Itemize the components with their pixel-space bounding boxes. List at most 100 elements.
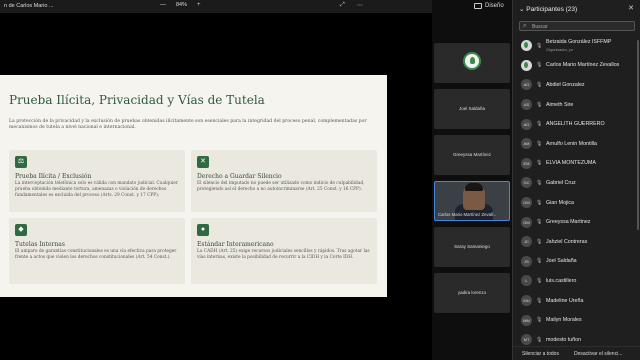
card-title: Estándar Interamericano (197, 241, 274, 248)
participant-row[interactable]: L 🎙 luis.castillero (513, 271, 640, 291)
participant-row[interactable]: AM 🎙 Arnulfo Lenin Montilla (513, 134, 640, 154)
slide: Prueba Ilícita, Privacidad y Vías de Tut… (0, 75, 387, 297)
layout-button[interactable]: Diseño (474, 3, 504, 9)
disable-mic-button[interactable]: Desactivar el silenci... (574, 351, 622, 357)
avatar: GC (521, 177, 532, 189)
avatar: MM (521, 314, 532, 326)
mute-icon: ✕ (197, 156, 209, 168)
participant-name: Arnulfo Lenin Montilla (546, 140, 597, 147)
presentation-toolbar: n de Carlos Mario ... — 84% + ⤢ ⋯ (0, 0, 432, 13)
tile-name: Carlos Mario Martínez Zevall... (438, 212, 497, 217)
tile-name: Joel Saldaña (458, 106, 486, 111)
participant-name: Greeyssa Martinez (546, 219, 591, 226)
avatar: L (521, 275, 532, 287)
participant-role: Organizador, yo (546, 48, 573, 52)
card-title: Tutelas Internas (15, 241, 65, 248)
avatar: JS (521, 255, 532, 267)
mic-icon[interactable]: 🎙 (536, 219, 542, 225)
participant-row[interactable]: MM 🎙 Mailyn Morales (513, 310, 640, 330)
avatar: MT (521, 334, 532, 346)
participant-row[interactable]: JS 🎙 Joel Saldaña (513, 252, 640, 272)
speaker-face (463, 183, 485, 210)
mic-icon[interactable]: 🎙 (536, 258, 542, 264)
participant-row[interactable]: JC 🎙 Jahziel Contreras (513, 232, 640, 252)
participant-search[interactable]: ⌕ (519, 21, 635, 31)
card-derecho-silencio: ✕ Derecho a Guardar Silencio El silencio… (191, 150, 377, 212)
mic-icon[interactable]: 🎙 (536, 43, 542, 49)
mic-icon[interactable]: 🎙 (536, 62, 542, 68)
mic-icon[interactable]: 🎙 (536, 298, 542, 304)
participant-row[interactable]: 🎙 Betzaida González ISFFMP Organizador, yo (513, 36, 640, 56)
mic-icon[interactable]: 🎙 (536, 200, 542, 206)
zoom-level: 84% (176, 2, 188, 8)
more-icon[interactable]: ⋯ (357, 2, 363, 9)
toolbar-right: ⤢ ⋯ (340, 2, 363, 9)
card-title: Derecho a Guardar Silencio (197, 173, 282, 180)
mic-icon[interactable]: 🎙 (536, 337, 542, 343)
avatar: GM (521, 197, 532, 209)
layout-label: Diseño (485, 3, 504, 9)
participant-name: Joel Saldaña (546, 258, 577, 265)
globe-icon: ● (197, 224, 209, 236)
mic-icon[interactable]: 🎙 (536, 141, 542, 147)
mute-all-button[interactable]: Silenciar a todos (522, 351, 559, 357)
participant-row[interactable]: AG 🎙 Abdiel Gonzalez (513, 75, 640, 95)
participant-name: luis.castillero (546, 277, 577, 284)
mic-icon[interactable]: 🎙 (536, 317, 542, 323)
avatar (521, 59, 532, 71)
video-tile[interactable]: Saray Samaniego (434, 227, 510, 267)
participant-name: modesto tuñon (546, 336, 582, 343)
fit-page-icon[interactable]: ⤢ (340, 2, 345, 9)
participant-name: Jahziel Contreras (546, 238, 588, 245)
participant-row[interactable]: GM 🎙 Greeyssa Martinez (513, 212, 640, 232)
mic-icon[interactable]: 🎙 (536, 278, 542, 284)
participant-name: ANGELITH GUERRERO (546, 121, 605, 128)
search-input[interactable] (532, 23, 632, 30)
participant-name: Gian Mojica (546, 199, 574, 206)
zoom-controls: — 84% + (160, 2, 201, 8)
layout-icon (474, 3, 482, 9)
participant-row[interactable]: AS 🎙 Aimeth Sire (513, 95, 640, 115)
card-body: El amparo de garantías constitucionales … (15, 249, 177, 261)
card-tutelas-internas: ◆ Tutelas Internas El amparo de garantía… (9, 218, 185, 284)
mic-icon[interactable]: 🎙 (536, 121, 542, 127)
participant-name: Madeline Ureña (546, 297, 584, 304)
mic-icon[interactable]: 🎙 (536, 180, 542, 186)
participant-name: Abdiel Gonzalez (546, 81, 585, 88)
mic-icon[interactable]: 🎙 (536, 160, 542, 166)
participant-row[interactable]: GC 🎙 Gabriel Cruz (513, 173, 640, 193)
video-tile[interactable]: Greeyssa Martínez (434, 135, 510, 175)
avatar: MU (521, 295, 532, 307)
participants-header[interactable]: ⌄ Participantes (23) (519, 5, 577, 13)
participant-row[interactable]: AG 🎙 ANGELITH GUERRERO (513, 114, 640, 134)
mic-icon[interactable]: 🎙 (536, 82, 542, 88)
mic-icon[interactable]: 🎙 (536, 239, 542, 245)
participants-panel: ⌄ Participantes (23) ✕ ⌕ 🎙 Betzaida Gonzá… (512, 0, 640, 360)
scale-icon: ⚖ (15, 156, 27, 168)
card-body: El silencio del imputado no puede ser ut… (197, 181, 365, 193)
card-prueba-ilicita: ⚖ Prueba Ilícita / Exclusión La intercep… (9, 150, 185, 212)
avatar (521, 40, 532, 52)
participant-row[interactable]: GM 🎙 Gian Mojica (513, 193, 640, 213)
zoom-in-button[interactable]: + (197, 2, 201, 8)
slide-title: Prueba Ilícita, Privacidad y Vías de Tut… (9, 93, 265, 107)
tile-name: yadira lorenzo (457, 290, 487, 295)
zoom-out-button[interactable]: — (160, 2, 166, 8)
video-tile[interactable]: Joel Saldaña (434, 89, 510, 129)
video-tile[interactable]: yadira lorenzo (434, 273, 510, 313)
slide-intro: La protección de la privacidad y la excl… (9, 119, 367, 131)
participant-name: ELVIA MONTEZUMA (546, 160, 596, 167)
mic-icon[interactable]: 🎙 (536, 102, 542, 108)
tile-name: Greeyssa Martínez (452, 152, 491, 157)
close-icon[interactable]: ✕ (628, 4, 634, 12)
video-tile-active-speaker[interactable]: Carlos Mario Martínez Zevall... (434, 181, 510, 221)
shared-screen: Prueba Ilícita, Privacidad y Vías de Tut… (0, 13, 432, 360)
participant-name: Mailyn Morales (546, 317, 582, 324)
participant-name: Aimeth Sire (546, 101, 574, 108)
meeting-window: n de Carlos Mario ... — 84% + ⤢ ⋯ Prueba… (0, 0, 640, 360)
participant-row[interactable]: 🎙 Carlos Mario Martínez Zevallos (513, 56, 640, 76)
video-tile-logo[interactable] (434, 43, 510, 83)
avatar: AM (521, 138, 532, 150)
participant-row[interactable]: EM 🎙 ELVIA MONTEZUMA (513, 154, 640, 174)
participant-row[interactable]: MU 🎙 Madeline Ureña (513, 291, 640, 311)
